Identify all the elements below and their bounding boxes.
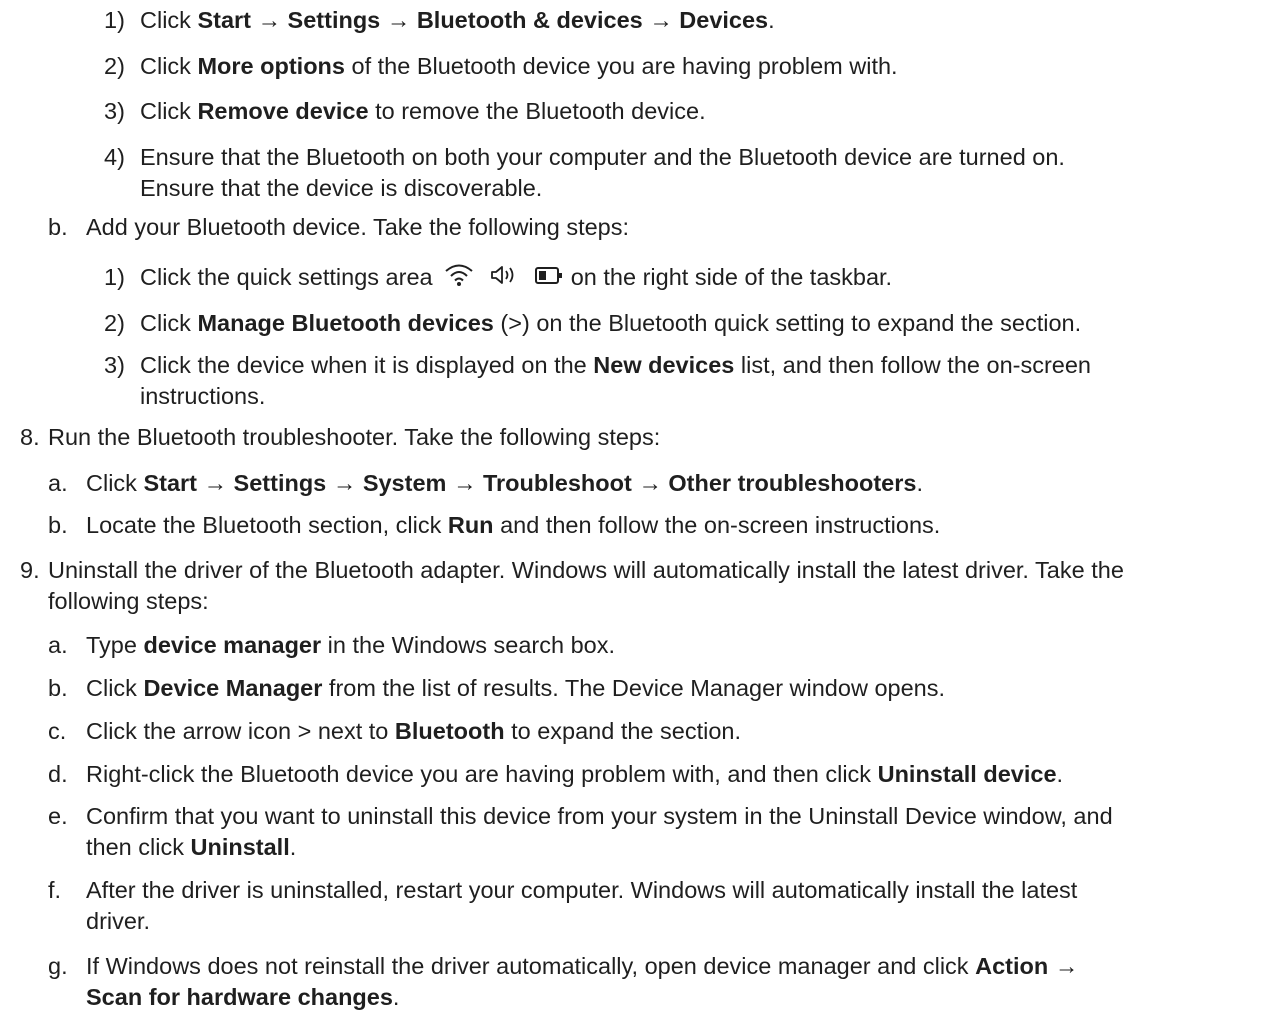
step-marker: c. bbox=[48, 718, 67, 744]
step-marker: b. bbox=[48, 675, 68, 701]
step-marker: 8. bbox=[20, 424, 40, 450]
step-scan-hardware-line2: Scan for hardware changes. bbox=[86, 984, 400, 1010]
step-type-device-manager: Type device manager in the Windows searc… bbox=[86, 632, 616, 658]
step-locate-bluetooth: Locate the Bluetooth section, click Run … bbox=[86, 512, 941, 538]
step-marker: 2) bbox=[104, 53, 125, 79]
step-run-troubleshooter: Run the Bluetooth troubleshooter. Take t… bbox=[48, 424, 661, 450]
step-marker: d. bbox=[48, 761, 68, 787]
step-confirm-uninstall-line1: Confirm that you want to uninstall this … bbox=[86, 803, 1113, 829]
step-marker: f. bbox=[48, 877, 62, 903]
step-marker: b. bbox=[48, 512, 68, 538]
step-troubleshoot-path: Click Start → Settings → System → Troubl… bbox=[86, 470, 923, 496]
step-confirm-uninstall-line2: then click Uninstall. bbox=[86, 834, 297, 860]
step-remove-device: Click Remove device to remove the Blueto… bbox=[140, 98, 706, 124]
volume-icon bbox=[490, 263, 520, 294]
step-quick-settings: Click the quick settings area on the rig… bbox=[140, 262, 892, 294]
step-marker: a. bbox=[48, 470, 68, 496]
step-scan-hardware-line1: If Windows does not reinstall the driver… bbox=[86, 953, 1079, 979]
step-marker: e. bbox=[48, 803, 68, 829]
step-ensure-bluetooth-line1: Ensure that the Bluetooth on both your c… bbox=[140, 144, 1065, 170]
wifi-icon bbox=[443, 263, 475, 294]
step-more-options: Click More options of the Bluetooth devi… bbox=[140, 53, 898, 79]
step-new-devices-line2: instructions. bbox=[140, 383, 266, 409]
step-manage-bluetooth: Click Manage Bluetooth devices (>) on th… bbox=[140, 310, 1082, 336]
step-new-devices-line1: Click the device when it is displayed on… bbox=[140, 352, 1091, 378]
step-add-device: Add your Bluetooth device. Take the foll… bbox=[86, 214, 630, 240]
step-expand-bluetooth: Click the arrow icon > next to Bluetooth… bbox=[86, 718, 742, 744]
step-restart-line2: driver. bbox=[86, 908, 150, 934]
battery-icon bbox=[534, 264, 564, 294]
step-marker: 1) bbox=[104, 264, 125, 290]
step-ensure-bluetooth-line2: Ensure that the device is discoverable. bbox=[140, 175, 543, 201]
step-right-click-uninstall: Right-click the Bluetooth device you are… bbox=[86, 761, 1064, 787]
step-start-settings-devices: Click Start → Settings → Bluetooth & dev… bbox=[140, 7, 775, 33]
step-uninstall-driver-line1: Uninstall the driver of the Bluetooth ad… bbox=[48, 557, 1124, 583]
step-marker: g. bbox=[48, 953, 68, 979]
step-marker: 2) bbox=[104, 310, 125, 336]
step-marker: 3) bbox=[104, 98, 125, 124]
step-marker: b. bbox=[48, 214, 68, 240]
step-restart-line1: After the driver is uninstalled, restart… bbox=[86, 877, 1078, 903]
step-uninstall-driver-line2: following steps: bbox=[48, 588, 209, 614]
step-marker: 9. bbox=[20, 557, 40, 583]
step-marker: 3) bbox=[104, 352, 125, 378]
step-click-device-manager: Click Device Manager from the list of re… bbox=[86, 675, 946, 701]
step-marker: 1) bbox=[104, 7, 125, 33]
step-marker: a. bbox=[48, 632, 68, 658]
step-marker: 4) bbox=[104, 144, 125, 170]
